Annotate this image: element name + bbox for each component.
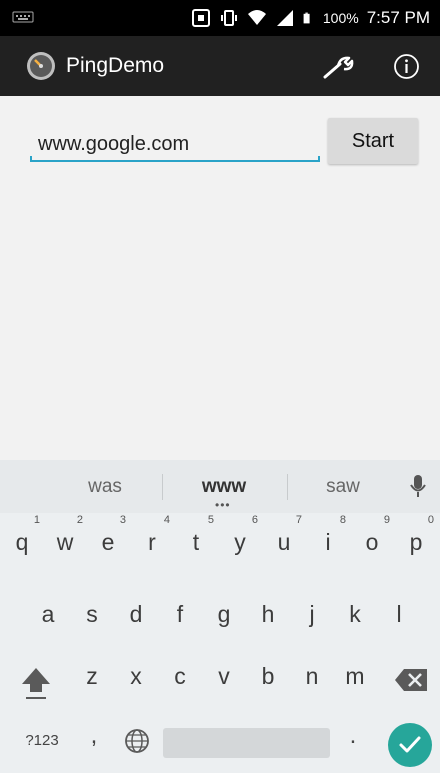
suggestion-1[interactable]: was xyxy=(40,460,170,513)
key-x[interactable]: x xyxy=(114,647,158,705)
key-f[interactable]: f xyxy=(158,585,202,643)
key-s[interactable]: s xyxy=(70,585,114,643)
key-w[interactable]: w2 xyxy=(43,513,87,571)
key-a[interactable]: a xyxy=(26,585,70,643)
key-k[interactable]: k xyxy=(333,585,377,643)
shift-icon[interactable] xyxy=(20,665,52,701)
symbols-key[interactable]: ?123 xyxy=(12,732,72,749)
speedometer-icon xyxy=(27,52,55,80)
key-q[interactable]: q1 xyxy=(0,513,44,571)
key-v[interactable]: v xyxy=(202,647,246,705)
key-g[interactable]: g xyxy=(202,585,246,643)
key-h[interactable]: h xyxy=(246,585,290,643)
suggestion-strip: was www ••• saw xyxy=(0,460,440,513)
main-content: Start xyxy=(0,96,440,460)
suggestion-3[interactable]: saw xyxy=(287,460,399,513)
nfc-icon xyxy=(191,9,210,27)
comma-key[interactable]: , xyxy=(82,722,106,750)
signal-icon xyxy=(276,10,293,26)
url-input-underline xyxy=(30,156,320,162)
more-suggestions-icon: ••• xyxy=(215,498,231,512)
key-u[interactable]: u7 xyxy=(262,513,306,571)
key-d[interactable]: d xyxy=(114,585,158,643)
backspace-icon[interactable] xyxy=(394,668,428,692)
app-title: PingDemo xyxy=(66,54,165,77)
battery-percent: 100% xyxy=(322,10,359,26)
app-bar: PingDemo xyxy=(0,36,440,96)
checkmark-icon xyxy=(399,736,421,753)
period-key[interactable]: . xyxy=(338,722,368,750)
key-t[interactable]: t5 xyxy=(174,513,218,571)
key-y[interactable]: y6 xyxy=(218,513,262,571)
key-b[interactable]: b xyxy=(246,647,290,705)
key-l[interactable]: l xyxy=(377,585,421,643)
wifi-icon xyxy=(247,10,266,25)
space-bar[interactable] xyxy=(163,728,330,758)
key-o[interactable]: o9 xyxy=(350,513,394,571)
key-m[interactable]: m xyxy=(333,647,377,705)
key-j[interactable]: j xyxy=(290,585,334,643)
globe-icon[interactable] xyxy=(124,728,150,754)
status-bar: 100% 7:57 PM xyxy=(0,0,440,36)
key-i[interactable]: i8 xyxy=(306,513,350,571)
vibrate-icon xyxy=(220,10,237,26)
key-p[interactable]: p0 xyxy=(394,513,438,571)
key-c[interactable]: c xyxy=(158,647,202,705)
url-input[interactable] xyxy=(32,126,320,162)
clock: 7:57 PM xyxy=(366,8,430,27)
done-button[interactable] xyxy=(388,723,432,767)
key-e[interactable]: e3 xyxy=(86,513,130,571)
key-r[interactable]: r4 xyxy=(130,513,174,571)
key-z[interactable]: z xyxy=(70,647,114,705)
info-icon[interactable] xyxy=(393,53,420,80)
wrench-icon[interactable] xyxy=(320,52,356,80)
microphone-icon[interactable] xyxy=(410,474,426,498)
battery-icon xyxy=(303,12,310,24)
keyboard-indicator-icon xyxy=(12,11,34,23)
key-n[interactable]: n xyxy=(290,647,334,705)
soft-keyboard: was www ••• saw q1 w2 e3 r4 t5 y6 u7 i8 … xyxy=(0,460,440,773)
start-button[interactable]: Start xyxy=(328,118,418,164)
